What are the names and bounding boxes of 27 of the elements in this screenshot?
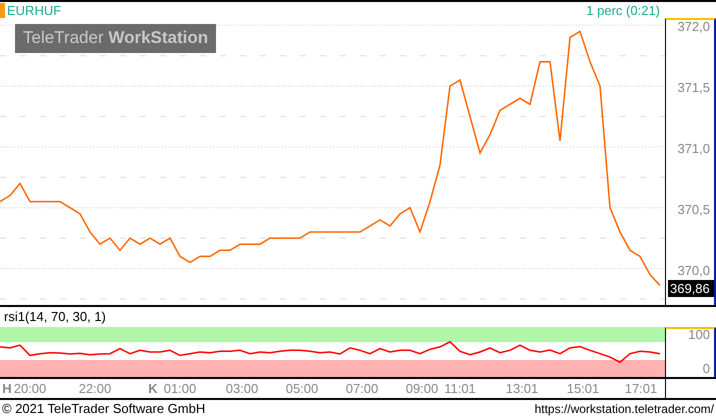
time-label: 15:01 bbox=[566, 381, 600, 396]
logo-label: TeleTrader WorkStation bbox=[15, 24, 216, 53]
time-label: 20:00 bbox=[14, 381, 46, 396]
axis-label: 372,0 bbox=[677, 19, 710, 34]
axis-label: 371,0 bbox=[677, 140, 710, 156]
time-label: 09:00 bbox=[406, 381, 438, 396]
time-label: 11:01 bbox=[444, 381, 476, 396]
day-marker: K bbox=[148, 381, 158, 396]
axis-label: 371,5 bbox=[677, 80, 710, 96]
time-label: 05:00 bbox=[286, 381, 318, 396]
axis-label: 100 bbox=[688, 327, 710, 342]
axis-label: 370,0 bbox=[677, 262, 710, 278]
indicator-title: rsi1(14, 70, 30, 1) bbox=[3, 308, 107, 326]
interval-label: 1 perc (0:21) bbox=[586, 2, 660, 18]
time-label: 22:00 bbox=[78, 381, 112, 396]
copyright-text: © 2021 TeleTrader Software GmbH bbox=[2, 401, 206, 416]
time-label: 13:01 bbox=[506, 381, 538, 396]
axis-label: 0 bbox=[702, 361, 710, 376]
axis-label: 370,5 bbox=[677, 202, 710, 217]
symbol-label: EURHUF bbox=[0, 2, 62, 18]
last-price-tag: 369,86 bbox=[668, 280, 714, 297]
time-label: 01:00 bbox=[164, 381, 196, 396]
day-marker: H bbox=[2, 381, 12, 396]
time-label: 17:01 bbox=[624, 381, 658, 396]
time-label: 07:00 bbox=[346, 381, 378, 396]
time-label: 03:00 bbox=[226, 381, 258, 396]
url-link[interactable]: https://workstation.teletrader.com/ bbox=[534, 402, 714, 416]
